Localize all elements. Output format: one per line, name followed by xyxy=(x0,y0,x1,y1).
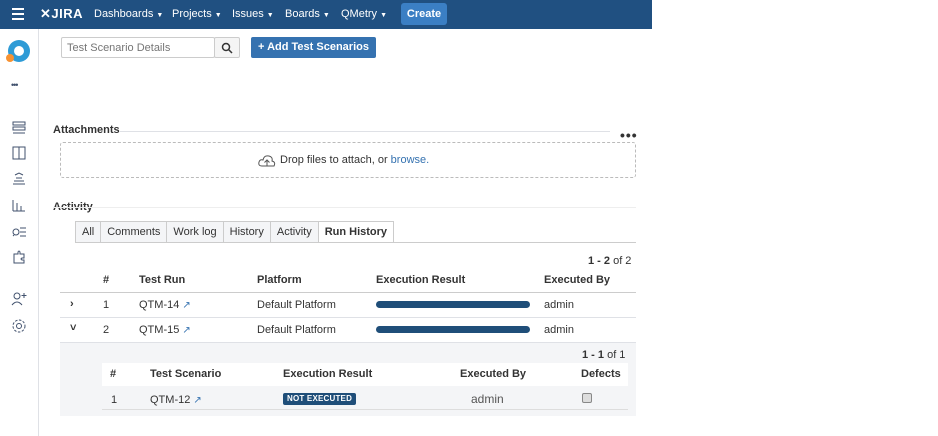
tab-activity[interactable]: Activity xyxy=(269,221,319,242)
test-scenario-search[interactable] xyxy=(61,37,215,58)
tab-run-history[interactable]: Run History xyxy=(317,221,395,243)
more-icon[interactable]: ••• xyxy=(11,80,19,90)
col-header-test-run: Test Run xyxy=(139,274,186,286)
attachments-more-icon[interactable]: ••• xyxy=(620,127,638,143)
executed-by-cell: admin xyxy=(471,392,504,406)
jira-logo[interactable]: ✕JIRA xyxy=(40,6,83,22)
settings-icon[interactable] xyxy=(11,318,27,334)
col-header-executed-by: Executed By xyxy=(544,274,611,286)
col-header-platform: Platform xyxy=(257,274,302,286)
add-test-scenarios-button[interactable]: + Add Test Scenarios xyxy=(251,37,376,58)
addons-icon[interactable] xyxy=(11,249,27,265)
reports-icon[interactable] xyxy=(11,197,27,213)
sub-col-header-num: # xyxy=(110,368,117,380)
test-run-link[interactable]: QTM-15 ↗ xyxy=(139,324,191,336)
sub-col-header-executed-by: Executed By xyxy=(460,368,527,380)
executed-by-cell: admin xyxy=(544,324,574,336)
add-people-icon[interactable] xyxy=(11,291,27,307)
test-scenario-link[interactable]: QTM-12 ↗ xyxy=(150,394,202,406)
releases-icon[interactable] xyxy=(11,171,27,187)
scenario-pager: 1 - 1 of 1 xyxy=(582,349,626,361)
nav-issues[interactable]: Issues ▼ xyxy=(232,8,274,20)
row-num: 2 xyxy=(103,324,110,336)
execution-progress-bar xyxy=(376,301,530,308)
attachment-dropzone[interactable]: Drop files to attach, or browse. xyxy=(60,142,636,178)
nav-dashboards[interactable]: Dashboards ▼ xyxy=(94,8,163,20)
nav-qmetry[interactable]: QMetry ▼ xyxy=(341,8,387,20)
nav-boards[interactable]: Boards ▼ xyxy=(285,8,330,20)
sub-col-header-test-scenario: Test Scenario xyxy=(150,368,222,380)
chevron-down-icon: ▼ xyxy=(156,12,164,19)
row-num: 1 xyxy=(111,394,118,406)
chevron-down-icon: ▼ xyxy=(266,12,274,19)
tab-work-log[interactable]: Work log xyxy=(166,221,224,242)
run-history-pager: 1 - 2 of 2 xyxy=(588,255,632,267)
platform-cell: Default Platform xyxy=(257,324,336,336)
activity-tabs: All Comments Work log History Activity R… xyxy=(75,221,395,243)
menu-icon[interactable] xyxy=(12,8,24,20)
issues-search-icon[interactable] xyxy=(11,223,27,239)
sub-col-header-defects: Defects xyxy=(581,368,621,380)
tab-all[interactable]: All xyxy=(75,221,102,242)
divider xyxy=(120,131,610,132)
tab-history[interactable]: History xyxy=(222,221,271,242)
test-run-link[interactable]: QTM-14 ↗ xyxy=(139,299,191,311)
chevron-down-icon: ▼ xyxy=(380,12,387,19)
nav-projects[interactable]: Projects ▼ xyxy=(172,8,222,20)
chevron-down-icon: ▼ xyxy=(214,12,222,19)
divider xyxy=(53,207,636,208)
col-header-execution-result: Execution Result xyxy=(376,274,466,286)
sub-col-header-execution-result: Execution Result xyxy=(283,368,373,380)
project-sidebar: ••• xyxy=(0,29,39,436)
backlog-icon[interactable] xyxy=(11,120,27,136)
tabs-baseline xyxy=(75,242,636,243)
create-button[interactable]: Create xyxy=(401,3,447,25)
upload-cloud-icon xyxy=(258,155,276,167)
search-icon xyxy=(221,42,233,54)
chevron-down-icon: ▼ xyxy=(322,12,330,19)
search-input[interactable] xyxy=(62,38,214,57)
executed-by-cell: admin xyxy=(544,299,574,311)
collapse-row-chevron[interactable]: ˅ xyxy=(70,322,76,334)
browse-link[interactable]: browse. xyxy=(391,154,430,166)
notification-badge xyxy=(6,54,14,62)
divider xyxy=(60,292,636,293)
status-badge: NOT EXECUTED xyxy=(283,393,357,405)
search-button[interactable] xyxy=(214,37,240,58)
top-navigation-bar: ✕JIRA Dashboards ▼ Projects ▼ Issues ▼ Boar… xyxy=(0,0,652,29)
row-num: 1 xyxy=(103,299,110,311)
execution-progress-bar xyxy=(376,326,530,333)
tab-comments[interactable]: Comments xyxy=(100,221,168,242)
divider xyxy=(60,317,636,318)
drop-text: Drop files to attach, or browse. xyxy=(280,154,430,166)
col-header-num: # xyxy=(103,274,110,286)
external-link-icon[interactable]: ↗ xyxy=(182,325,190,336)
attachments-title: Attachments xyxy=(53,124,120,136)
external-link-icon[interactable]: ↗ xyxy=(182,300,190,311)
external-link-icon[interactable]: ↗ xyxy=(193,395,201,406)
platform-cell: Default Platform xyxy=(257,299,336,311)
board-icon[interactable] xyxy=(11,145,27,161)
defects-icon[interactable] xyxy=(582,393,592,403)
expand-row-chevron[interactable]: › xyxy=(70,298,74,310)
